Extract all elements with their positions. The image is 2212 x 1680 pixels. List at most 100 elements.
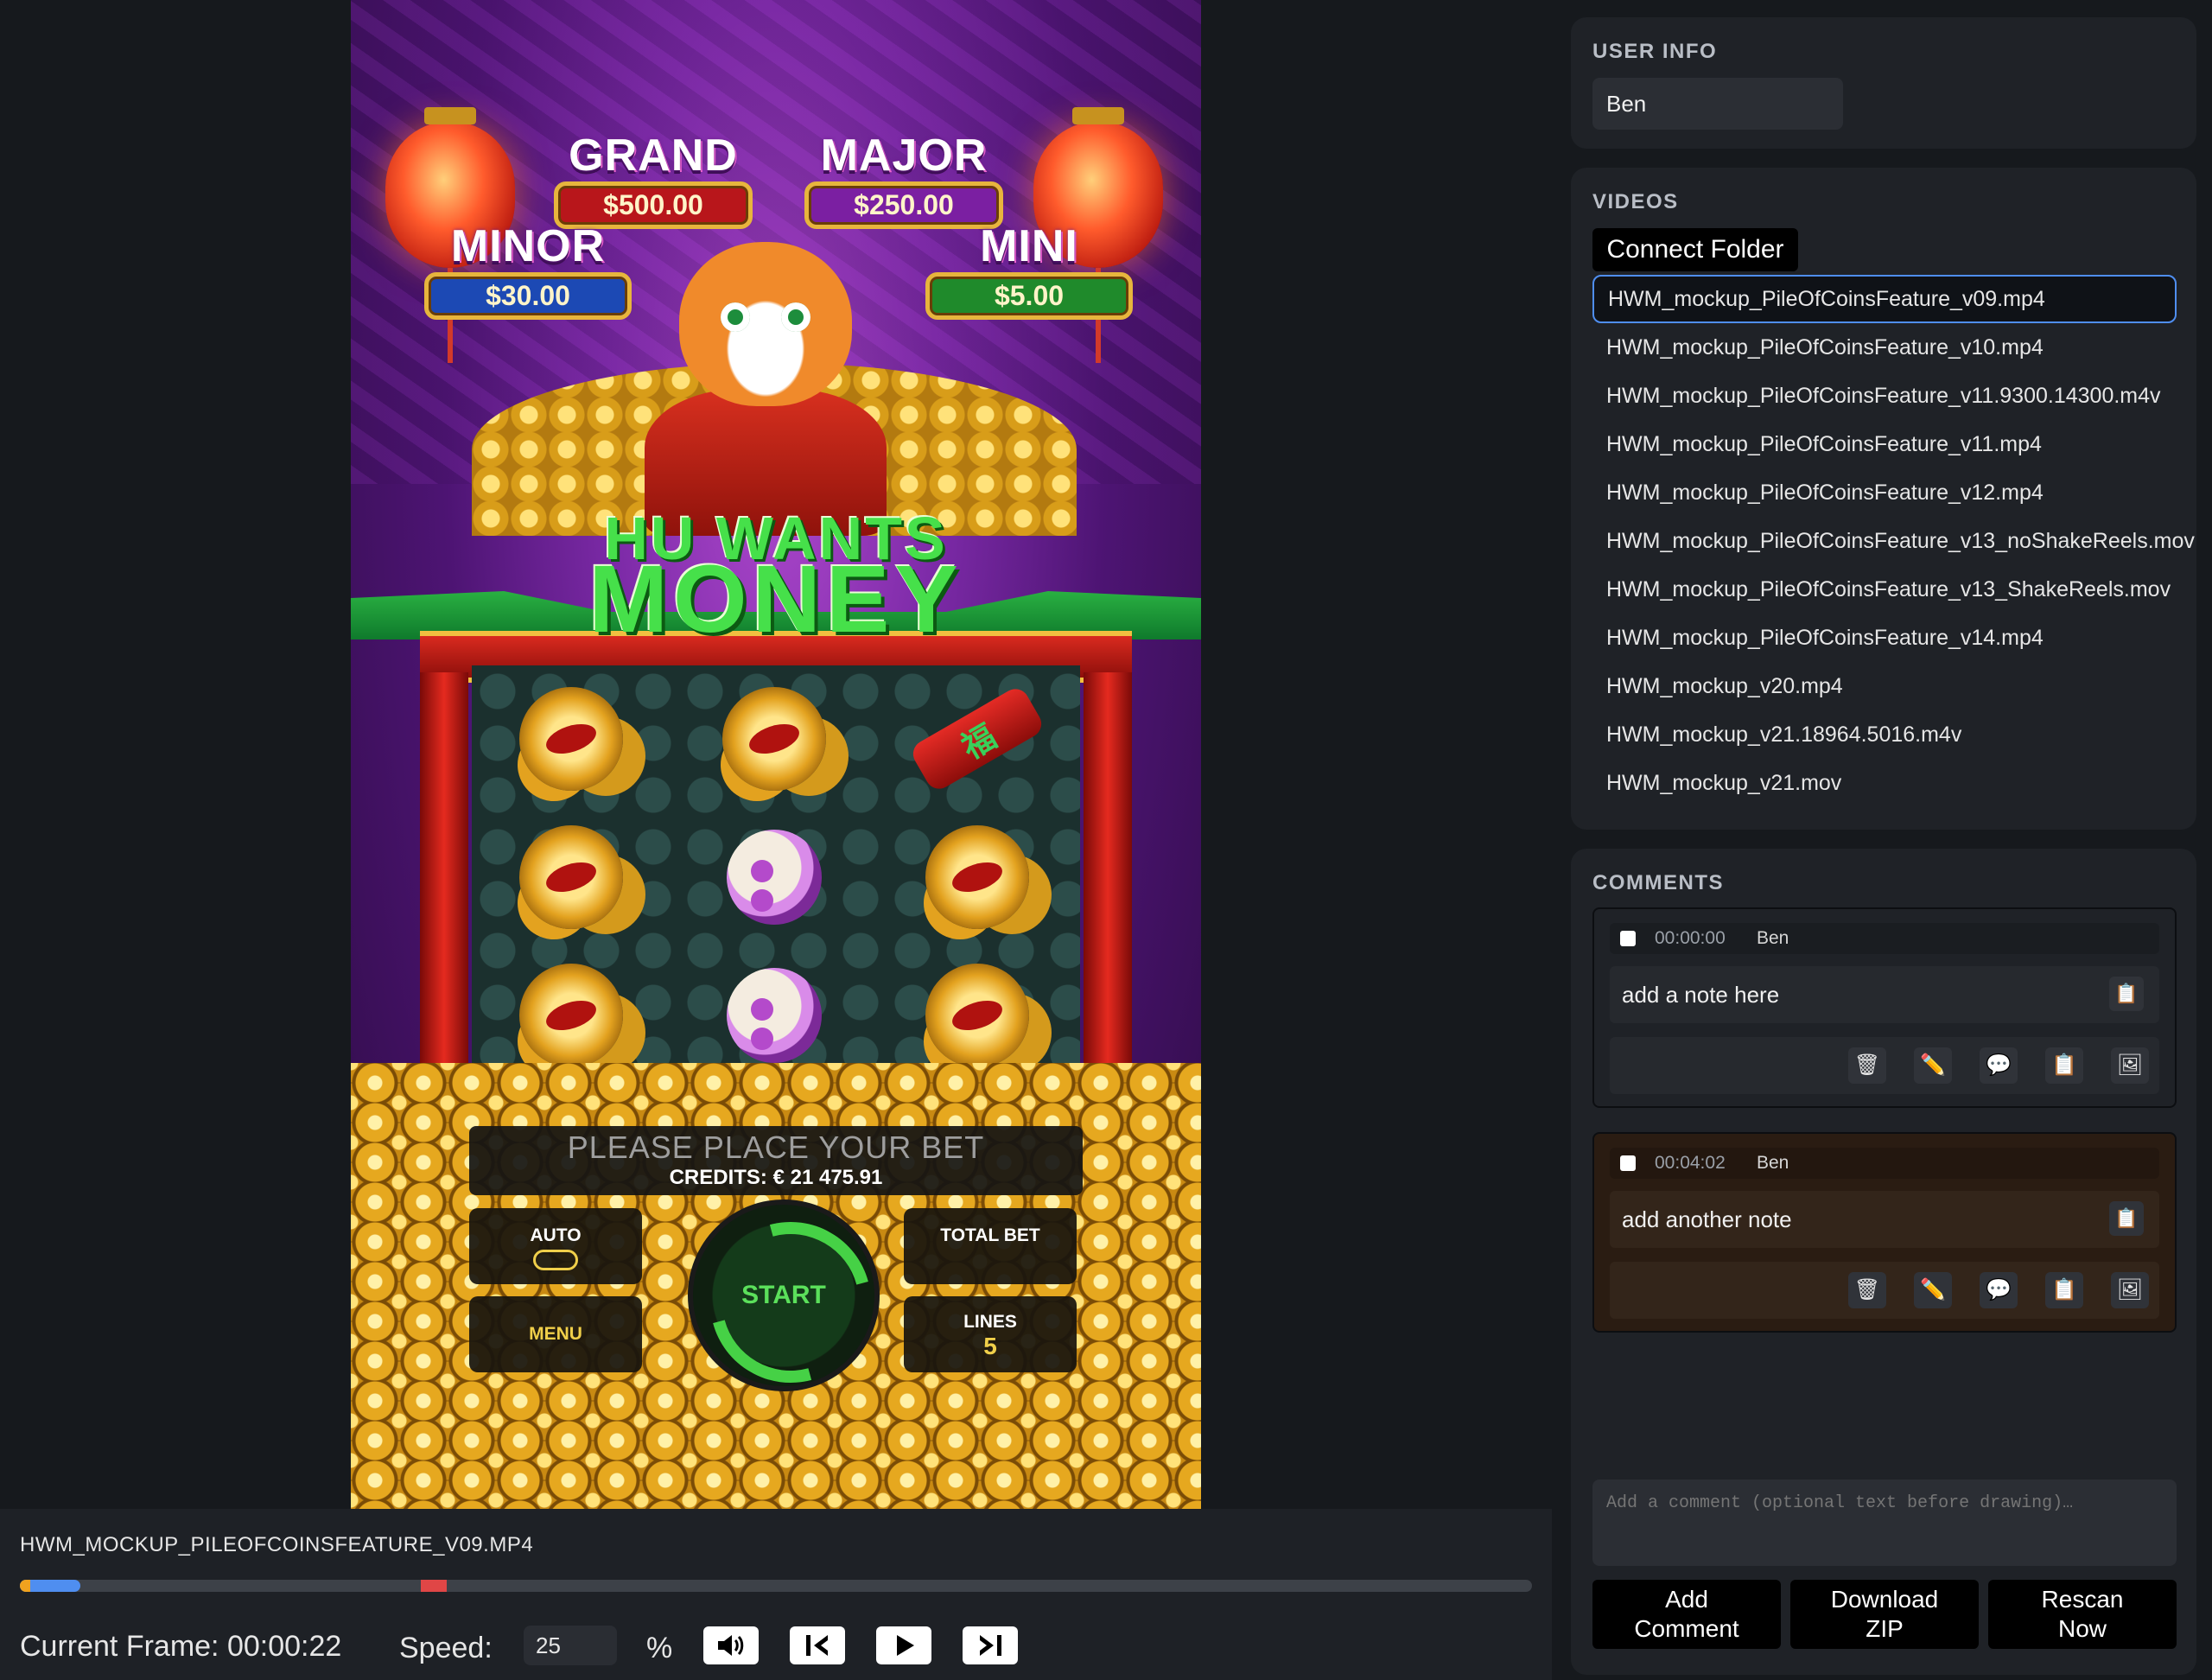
video-list-item[interactable]: HWM_mockup_PileOfCoinsFeature_v12.mp4 [1592,468,2177,517]
volume-icon [718,1635,744,1656]
jackpot-minor-amount: $30.00 [424,272,632,320]
firecracker-glyph: 福 [908,684,1046,794]
reel-symbol-drum [709,812,839,942]
comment-checkbox[interactable] [1620,1155,1636,1171]
clipboard-icon[interactable]: 📋 [2109,977,2144,1011]
speed-label: Speed: [399,1632,493,1664]
play-icon [897,1635,914,1656]
comment-timestamp[interactable]: 00:00:00 [1655,928,1726,949]
comment-header: 00:04:02 Ben [1610,1148,2159,1179]
menu-button[interactable]: MENU [469,1296,642,1372]
video-list-item[interactable]: HWM_mockup_PileOfCoinsFeature_v11.9300.1… [1592,372,2177,420]
reel-symbol-coin [912,951,1042,1080]
comment-author: Ben [1757,928,1789,948]
tiger-mascot [610,233,921,536]
volume-button[interactable] [703,1626,759,1664]
sidebar: USER INFO VIDEOS Connect Folder HWM_mock… [1552,0,2212,1680]
clipboard-icon[interactable]: 📋 [2109,1201,2144,1236]
trash-icon[interactable]: 🗑 [1848,1047,1886,1084]
videos-card: VIDEOS Connect Folder HWM_mockup_PileOfC… [1571,168,2196,830]
clipboard-icon[interactable]: 📋 [2045,1047,2083,1084]
comment-text-field[interactable]: add another note 📋 [1610,1191,2159,1248]
skip-forward-button[interactable] [963,1626,1018,1664]
comment-toolbar: 🗑 ✏️ 💬 📋 🖼 [1610,1037,2159,1094]
current-video-filename: HWM_MOCKUP_PILEOFCOINSFEATURE_V09.MP4 [20,1533,534,1556]
reel-symbol-coin [506,812,636,942]
tiger-head [679,242,852,406]
jackpot-mini: MINI $5.00 [921,220,1137,320]
current-frame-label: Current Frame: 00:00:22 [20,1630,342,1663]
jackpot-major: MAJOR $250.00 [800,130,1007,229]
jackpot-major-name: MAJOR [820,130,988,181]
speed-input[interactable] [524,1626,617,1665]
timeline-comment-marker[interactable] [421,1580,447,1592]
skip-back-button[interactable] [790,1626,845,1664]
auto-label: AUTO [530,1225,582,1245]
skip-forward-icon [980,1635,1001,1656]
download-zip-button[interactable]: Download ZIP [1790,1580,1979,1649]
user-info-card: USER INFO [1571,17,2196,149]
comment-author: Ben [1757,1153,1789,1173]
skip-back-icon [806,1635,828,1656]
auto-button[interactable]: AUTO [469,1208,642,1284]
video-list-item[interactable]: HWM_mockup_PileOfCoinsFeature_v11.mp4 [1592,420,2177,468]
player-controls: HWM_MOCKUP_PILEOFCOINSFEATURE_V09.MP4 Cu… [0,1509,1552,1680]
play-button[interactable] [876,1626,931,1664]
speech-bubble-icon[interactable]: 💬 [1980,1047,2018,1084]
video-list-item[interactable]: HWM_mockup_v20.mp4 [1592,662,2177,710]
video-list-item[interactable]: HWM_mockup_PileOfCoinsFeature_v09.mp4 [1592,275,2177,323]
add-comment-button[interactable]: Add Comment [1592,1580,1781,1649]
jackpot-mini-amount: $5.00 [925,272,1133,320]
pencil-icon[interactable]: ✏️ [1914,1047,1952,1084]
reel-grid: 福 [472,665,1080,1080]
video-list-item[interactable]: HWM_mockup_v21.18964.5016.m4v [1592,710,2177,759]
user-info-title: USER INFO [1592,40,1718,63]
game-video-frame[interactable]: GRAND $500.00 MAJOR $250.00 MINOR $30.00… [351,0,1201,1509]
bet-message: PLEASE PLACE YOUR BET [567,1130,985,1165]
video-area: GRAND $500.00 MAJOR $250.00 MINOR $30.00… [0,0,1552,1509]
comment-text-field[interactable]: add a note here 📋 [1610,966,2159,1023]
image-icon[interactable]: 🖼 [2111,1047,2149,1084]
timeline-scrubber[interactable] [20,1580,1532,1592]
jackpot-grand-name: GRAND [569,130,738,181]
comment-timestamp[interactable]: 00:04:02 [1655,1153,1726,1174]
clipboard-icon[interactable]: 📋 [2045,1272,2083,1308]
comment-checkbox[interactable] [1620,931,1636,946]
comment-input[interactable] [1592,1480,2177,1566]
video-list-item[interactable]: HWM_mockup_PileOfCoinsFeature_v14.mp4 [1592,614,2177,662]
speech-bubble-icon[interactable]: 💬 [1980,1272,2018,1308]
jackpot-mini-name: MINI [980,221,1078,271]
reel-symbol-firecracker: 福 [908,674,1046,804]
rescan-now-button[interactable]: Rescan Now [1988,1580,2177,1649]
credits-display: CREDITS: € 21 475.91 [669,1166,883,1189]
bet-message-panel: PLEASE PLACE YOUR BET CREDITS: € 21 475.… [469,1126,1083,1195]
comment-text: add a note here [1622,982,1780,1008]
reel-symbol-drum [709,951,839,1080]
total-bet-button[interactable]: TOTAL BET [904,1208,1077,1284]
comment-toolbar: 🗑 ✏️ 💬 📋 🖼 [1610,1262,2159,1319]
reel-symbol-coin [506,951,636,1080]
comment-header: 00:00:00 Ben [1610,923,2159,954]
comments-title: COMMENTS [1592,871,1724,894]
pencil-icon[interactable]: ✏️ [1914,1272,1952,1308]
video-list-item[interactable]: HWM_mockup_v21.mov [1592,759,2177,807]
timeline-start-marker [20,1580,30,1592]
pillar-left [420,672,468,1079]
user-name-input[interactable] [1592,78,1843,130]
video-list-item[interactable]: HWM_mockup_PileOfCoinsFeature_v10.mp4 [1592,323,2177,372]
video-list-item[interactable]: HWM_mockup_PileOfCoinsFeature_v13_ShakeR… [1592,565,2177,614]
connect-folder-button[interactable]: Connect Folder [1592,228,1798,271]
trash-icon[interactable]: 🗑 [1848,1272,1886,1308]
start-spin-button[interactable]: START [688,1200,880,1391]
menu-label: MENU [529,1324,582,1344]
reel-symbol-coin [912,812,1042,942]
image-icon[interactable]: 🖼 [2111,1272,2149,1308]
jackpot-minor-name: MINOR [450,221,606,271]
lines-button[interactable]: LINES 5 [904,1296,1077,1372]
total-bet-label: TOTAL BET [940,1225,1040,1245]
jackpot-minor: MINOR $30.00 [420,220,636,320]
pillar-right [1084,672,1132,1079]
comment-text: add another note [1622,1206,1792,1232]
jackpot-grand: GRAND $500.00 [550,130,757,229]
video-list-item[interactable]: HWM_mockup_PileOfCoinsFeature_v13_noShak… [1592,517,2195,565]
